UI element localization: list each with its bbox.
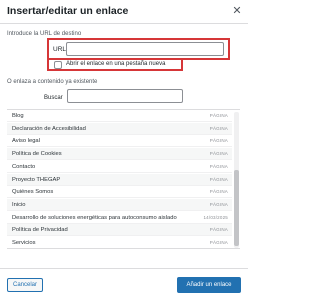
add-link-button[interactable]: Añadir un enlace: [177, 277, 241, 293]
result-type: PÁGINA: [209, 113, 228, 118]
link-dialog: Insertar/editar un enlace ✕ Introduce la…: [0, 0, 248, 300]
results-list: Blog PÁGINA Declaración de Accesibilidad PÁ…: [7, 109, 240, 249]
url-highlight-box: URL: [47, 38, 230, 60]
results-scrollbar[interactable]: [234, 112, 239, 248]
result-title: Proyecto THEGAP: [12, 176, 61, 183]
result-row[interactable]: Proyecto THEGAP PÁGINA: [7, 173, 232, 186]
result-type: PÁGINA: [209, 189, 228, 195]
new-tab-checkbox[interactable]: [54, 61, 62, 69]
search-label: Buscar: [44, 95, 63, 101]
search-input[interactable]: [67, 89, 183, 103]
result-row[interactable]: Servicios PÁGINA: [7, 237, 232, 248]
result-type: PÁGINA: [209, 227, 228, 233]
result-type: PÁGINA: [209, 240, 228, 245]
result-row[interactable]: Blog PÁGINA: [7, 110, 232, 122]
result-type: PÁGINA: [209, 163, 228, 169]
new-tab-label[interactable]: Abrir el enlace en una pestaña nueva: [66, 61, 165, 67]
result-type: PÁGINA: [209, 201, 228, 207]
dialog-header: Insertar/editar un enlace ✕: [0, 0, 248, 24]
result-type: PÁGINA: [209, 151, 228, 157]
result-type: PÁGINA: [209, 176, 228, 182]
result-row[interactable]: Política de Privacidad PÁGINA: [7, 224, 232, 237]
url-label: URL: [53, 46, 67, 53]
result-title: Blog: [12, 113, 24, 119]
cancel-button[interactable]: Cancelar: [7, 278, 43, 292]
result-row[interactable]: Política de Cookies PÁGINA: [7, 148, 232, 161]
result-row[interactable]: Inicio PÁGINA: [7, 198, 232, 211]
result-type: 14/03/2025: [203, 214, 228, 220]
result-title: Contacto: [12, 163, 36, 170]
new-tab-highlight-box: Abrir el enlace en una pestaña nueva: [47, 58, 183, 71]
result-type: PÁGINA: [209, 125, 228, 131]
result-row[interactable]: Quiénes Somos PÁGINA: [7, 186, 232, 199]
result-row[interactable]: Declaración de Accesibilidad PÁGINA: [7, 122, 232, 135]
result-title: Declaración de Accesibilidad: [12, 125, 86, 132]
result-row[interactable]: Desarrollo de soluciones energéticas par…: [7, 212, 232, 224]
result-title: Servicios: [12, 240, 36, 246]
result-title: Inicio: [12, 201, 26, 208]
result-title: Política de Cookies: [12, 151, 62, 158]
result-title: Aviso legal: [12, 138, 40, 145]
url-input[interactable]: [66, 42, 224, 56]
url-instructions: Introduce la URL de destino: [7, 31, 82, 37]
scrollbar-thumb[interactable]: [234, 170, 239, 246]
existing-content-heading: O enlaza a contenido ya existente: [7, 79, 98, 85]
result-row[interactable]: Aviso legal PÁGINA: [7, 135, 232, 148]
result-title: Desarrollo de soluciones energéticas par…: [12, 214, 177, 221]
dialog-title: Insertar/editar un enlace: [7, 5, 129, 17]
result-title: Política de Privacidad: [12, 227, 68, 234]
result-title: Quiénes Somos: [12, 189, 54, 196]
result-type: PÁGINA: [209, 138, 228, 144]
result-row[interactable]: Contacto PÁGINA: [7, 161, 232, 173]
dialog-footer: Cancelar Añadir un enlace: [0, 268, 248, 300]
close-icon[interactable]: ✕: [230, 4, 244, 18]
